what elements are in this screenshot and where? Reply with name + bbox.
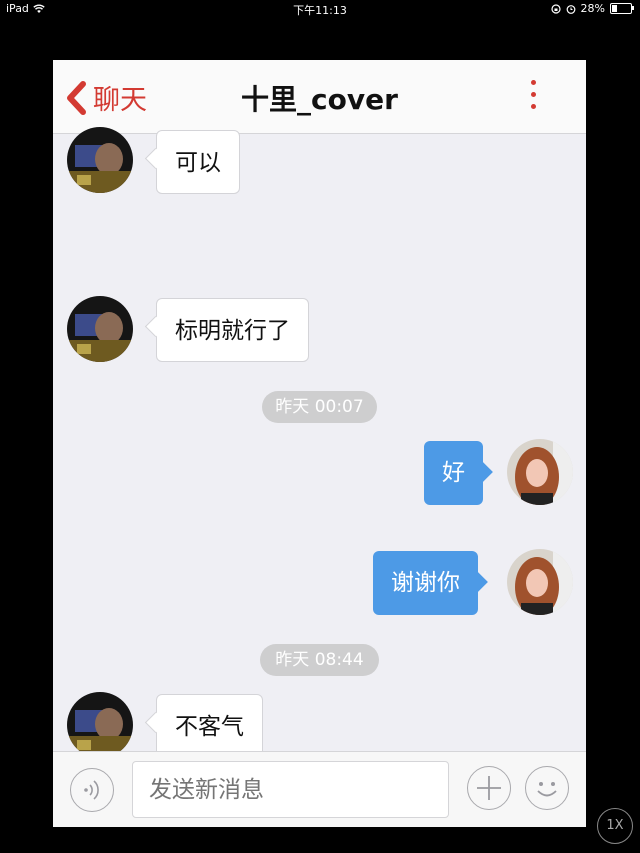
chat-title: 十里_cover — [241, 83, 398, 116]
alarm-icon — [566, 4, 575, 14]
emoji-icon[interactable] — [525, 766, 569, 810]
zoom-button[interactable]: 1X — [597, 808, 633, 844]
voice-icon[interactable] — [70, 768, 114, 812]
message-bubble-incoming[interactable]: 可以 — [156, 130, 240, 194]
contact-avatar[interactable] — [67, 127, 133, 193]
message-bubble-outgoing[interactable]: 谢谢你 — [373, 551, 478, 615]
message-bubble-outgoing[interactable]: 好 — [424, 441, 483, 505]
plus-icon[interactable] — [467, 766, 511, 810]
status-bar: iPad 下午11:13 28% — [0, 0, 640, 18]
contact-avatar[interactable] — [67, 692, 133, 758]
my-avatar[interactable] — [507, 549, 573, 615]
rotation-lock-icon — [550, 3, 561, 14]
battery-icon — [610, 3, 634, 14]
my-avatar[interactable] — [507, 439, 573, 505]
message-list[interactable]: 可以 标明就行了 昨天 00:07 好 谢谢你 昨天 08:44 不客气 — [53, 127, 586, 758]
status-time: 下午11:13 — [293, 4, 347, 17]
chat-screen: 聊天 十里_cover 可以 标明就行了 昨天 00:07 好 谢谢你 昨天 0… — [53, 60, 586, 827]
message-bubble-incoming[interactable]: 不客气 — [156, 694, 263, 758]
message-input[interactable] — [132, 761, 449, 818]
status-right: 28% — [550, 2, 634, 15]
message-bubble-incoming[interactable]: 标明就行了 — [156, 298, 309, 362]
battery-percent: 28% — [580, 2, 605, 15]
more-vertical-icon[interactable] — [528, 80, 538, 114]
timestamp-pill: 昨天 00:07 — [262, 391, 377, 423]
timestamp-pill: 昨天 08:44 — [260, 644, 379, 676]
contact-avatar[interactable] — [67, 296, 133, 362]
navigation-bar: 聊天 十里_cover — [53, 60, 586, 134]
input-bar — [53, 751, 586, 827]
